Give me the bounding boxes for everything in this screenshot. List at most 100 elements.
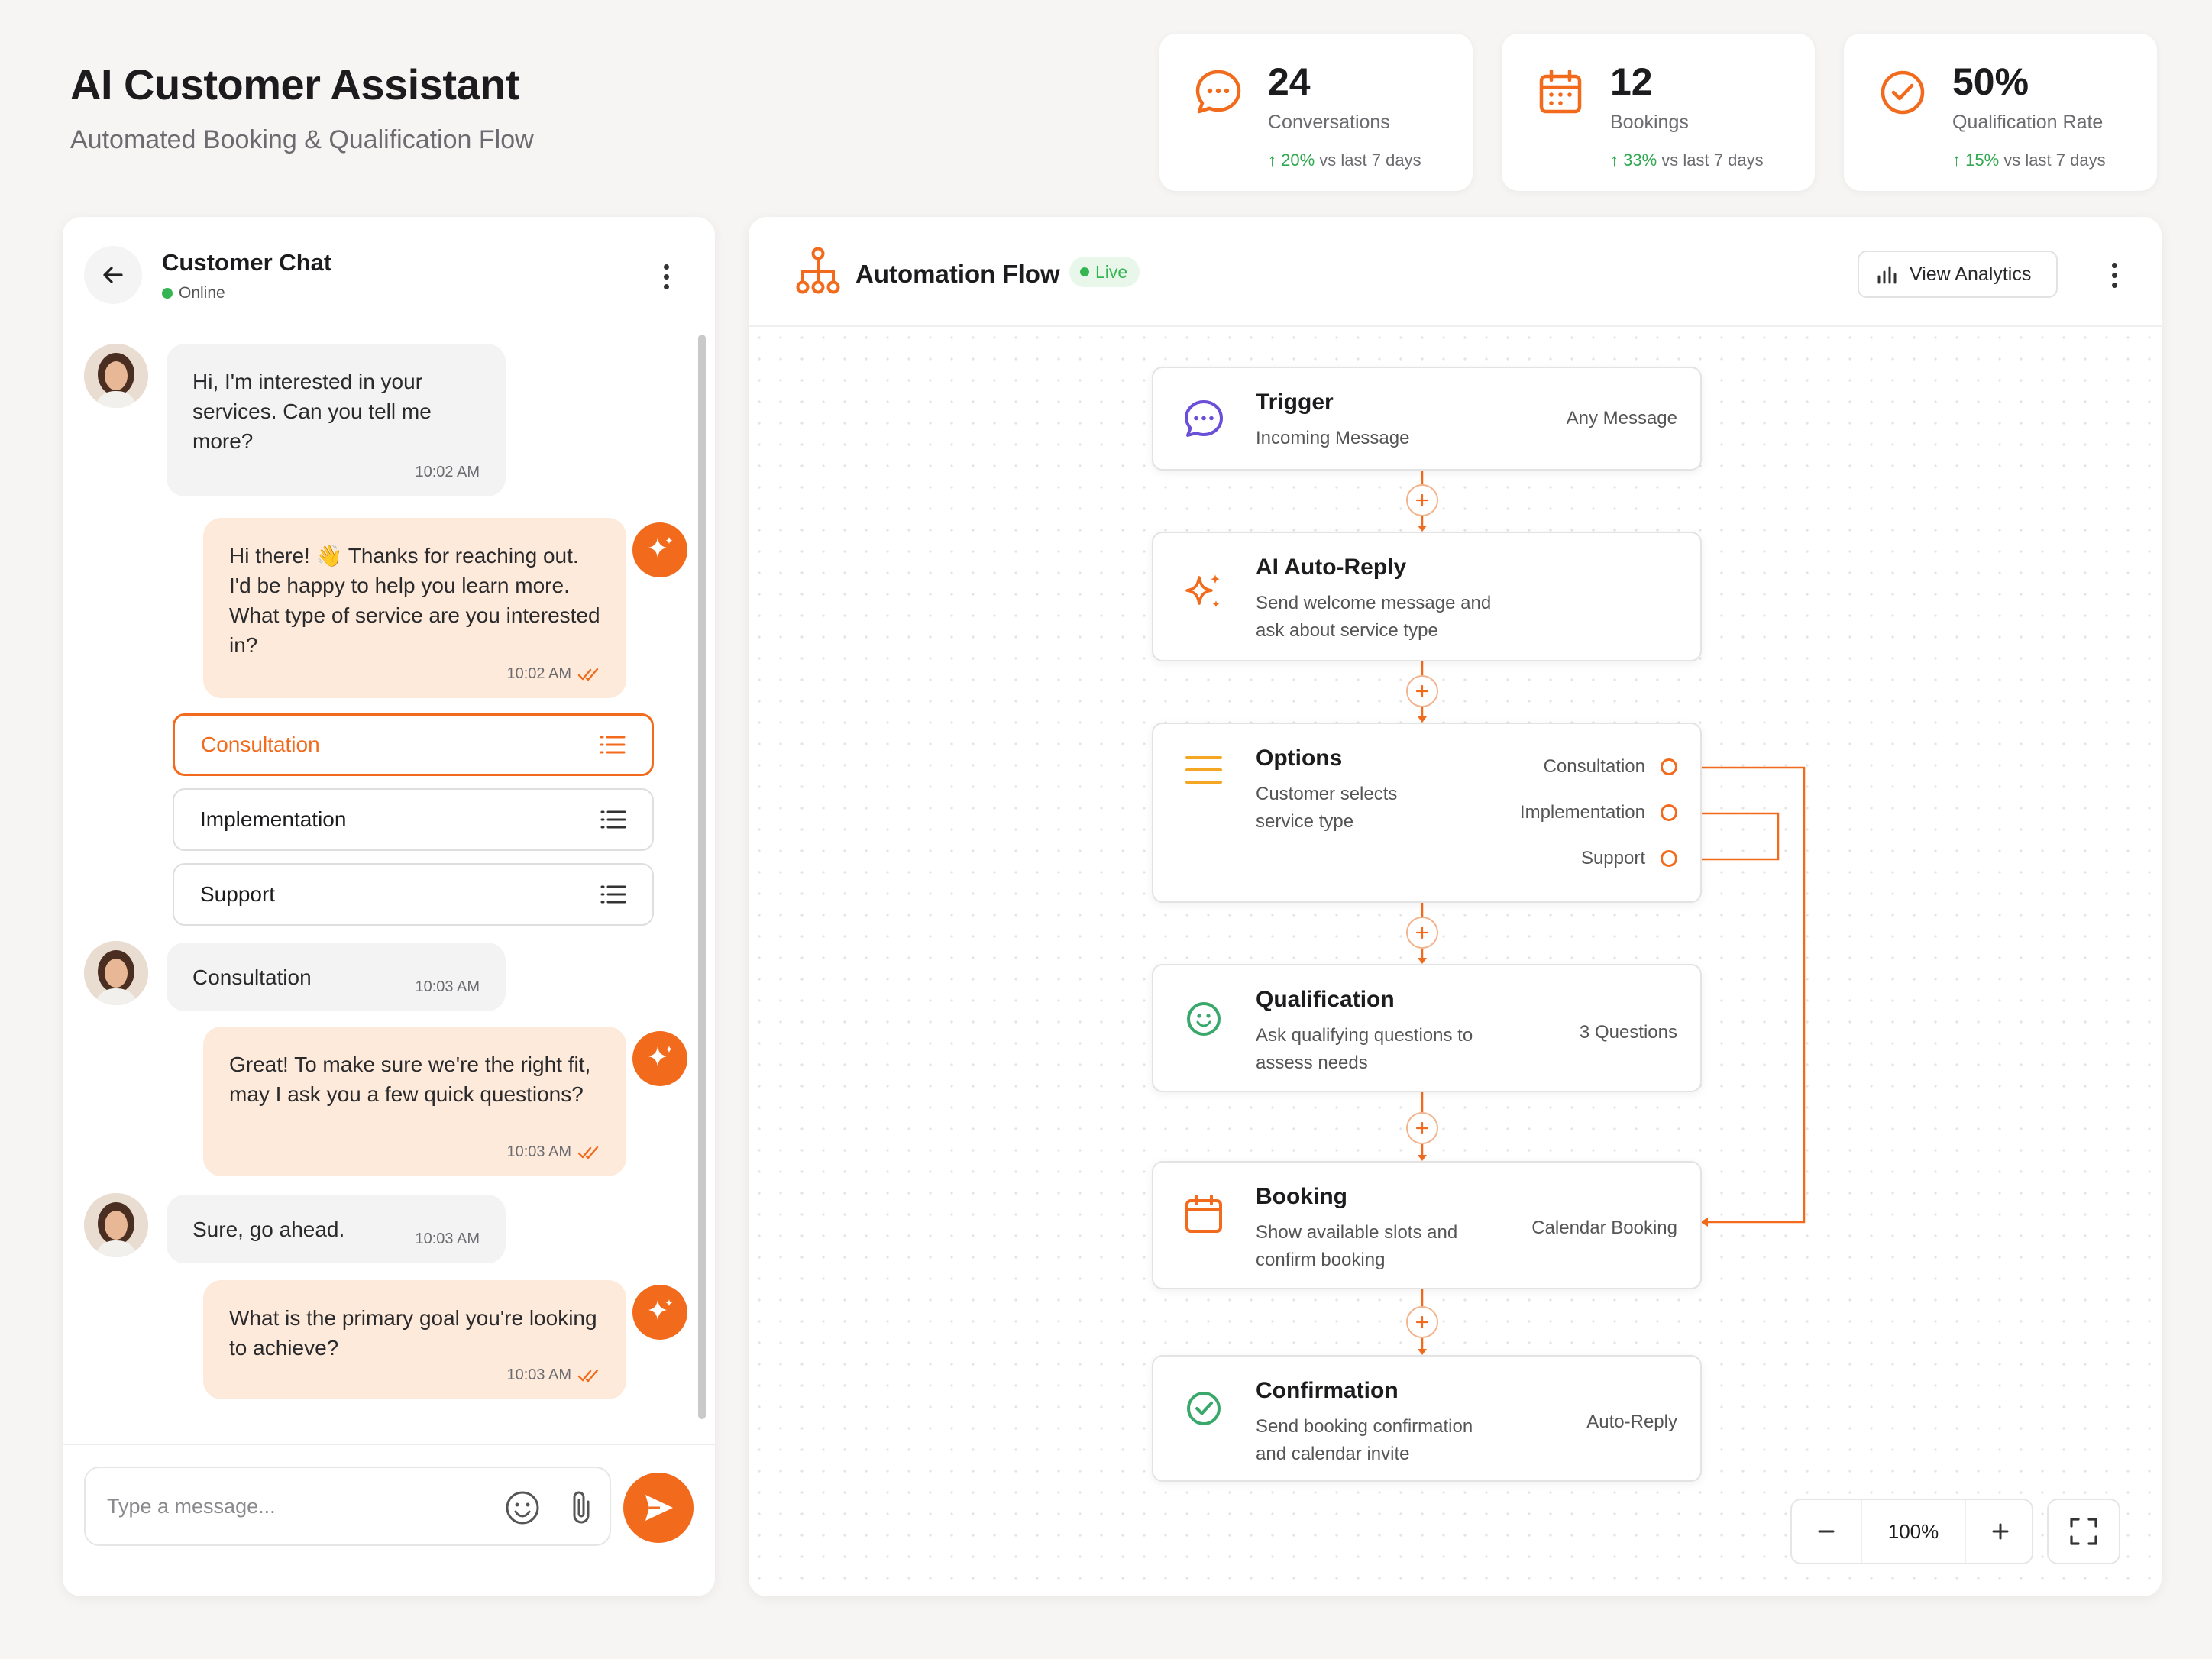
chat-title: Customer Chat	[162, 249, 332, 276]
flow-node-booking[interactable]: Booking Show available slots and confirm…	[1152, 1161, 1702, 1289]
node-description: Customer selects service type	[1256, 784, 1398, 832]
node-title: Qualification	[1256, 987, 1395, 1012]
option-button-implementation[interactable]: Implementation	[173, 788, 654, 851]
calendar-icon	[1539, 69, 1582, 114]
node-title: Options	[1256, 745, 1343, 771]
zoom-level: 100%	[1861, 1500, 1966, 1563]
add-step-button[interactable]	[1406, 484, 1438, 516]
node-description: Send welcome message and ask about servi…	[1256, 593, 1492, 641]
message-time: 10:03 AM	[415, 1231, 480, 1247]
ai-assistant-badge	[632, 1285, 687, 1340]
plus-icon	[1415, 1315, 1429, 1329]
zoom-in-button[interactable]	[1966, 1500, 2035, 1563]
list-icon	[1185, 756, 1222, 784]
message-time: 10:03 AM	[415, 978, 480, 995]
node-title: Trigger	[1256, 390, 1334, 415]
back-button[interactable]	[84, 246, 142, 304]
plus-icon	[1415, 493, 1429, 507]
chat-panel: Customer Chat Online Hi, I'm interested …	[63, 217, 715, 1596]
customer-avatar	[84, 344, 148, 408]
flow-more-button[interactable]	[2099, 252, 2130, 298]
add-step-button[interactable]	[1406, 1306, 1438, 1338]
send-icon	[645, 1495, 673, 1521]
check-circle-icon	[1187, 1392, 1221, 1425]
zoom-out-button[interactable]	[1792, 1500, 1861, 1563]
sparkle-icon	[1185, 574, 1220, 608]
list-icon	[600, 810, 626, 829]
check-circle-icon	[1881, 70, 1925, 115]
stat-change: ↑ 15% vs last 7 days	[1952, 150, 2106, 170]
option-output-support[interactable]: Support	[1581, 848, 1677, 869]
flow-node-ai-auto-reply[interactable]: AI Auto-Reply Send welcome message and a…	[1152, 532, 1702, 661]
zoom-controls: 100%	[1790, 1499, 2033, 1564]
add-step-button[interactable]	[1406, 917, 1438, 949]
message-input-container	[84, 1467, 611, 1546]
status-dot	[162, 288, 173, 299]
qualification-icon	[1187, 1002, 1221, 1036]
stat-change: ↑ 33% vs last 7 days	[1610, 150, 1764, 170]
node-meta: 3 Questions	[1579, 1022, 1677, 1043]
message-time: 10:03 AM	[506, 1137, 600, 1167]
view-analytics-button[interactable]: View Analytics	[1858, 251, 2058, 298]
node-description: Incoming Message	[1256, 428, 1410, 448]
page-title: AI Customer Assistant	[70, 60, 520, 108]
node-meta: Any Message	[1566, 408, 1677, 428]
message-bubble-customer: Sure, go ahead. 10:03 AM	[167, 1195, 506, 1263]
automation-flow-panel: Automation Flow Live View Analytics Trig…	[749, 217, 2162, 1596]
sparkle-icon	[648, 1299, 673, 1320]
chat-more-button[interactable]	[651, 254, 681, 299]
stat-label: Bookings	[1610, 112, 1689, 133]
option-output-consultation[interactable]: Consultation	[1544, 756, 1677, 778]
ai-assistant-badge	[632, 522, 687, 577]
option-button-consultation[interactable]: Consultation	[173, 713, 654, 776]
plus-icon	[1415, 926, 1429, 939]
option-button-support[interactable]: Support	[173, 863, 654, 926]
minus-icon	[1818, 1530, 1835, 1533]
stat-card-conversations: 24 Conversations ↑ 20% vs last 7 days	[1159, 34, 1473, 191]
message-bubble-assistant: Great! To make sure we're the right fit,…	[203, 1027, 626, 1176]
output-port[interactable]	[1661, 758, 1677, 775]
message-bubble-customer: Consultation 10:03 AM	[167, 943, 506, 1011]
double-check-icon	[577, 668, 599, 681]
message-icon	[1185, 400, 1223, 437]
flow-node-options[interactable]: Options Customer selects service type Co…	[1152, 723, 1702, 903]
fullscreen-button[interactable]	[2047, 1499, 2120, 1564]
online-status: Online	[162, 284, 225, 302]
node-title: Booking	[1256, 1184, 1347, 1209]
plus-icon	[1415, 684, 1429, 698]
dashboard: AI Customer Assistant Automated Booking …	[0, 0, 2212, 1659]
flow-node-qualification[interactable]: Qualification Ask qualifying questions t…	[1152, 964, 1702, 1092]
customer-avatar	[84, 941, 148, 1005]
plus-icon	[1415, 1121, 1429, 1135]
list-icon	[600, 736, 626, 754]
sparkle-icon	[648, 1046, 673, 1066]
option-output-implementation[interactable]: Implementation	[1520, 802, 1677, 823]
fullscreen-icon	[2070, 1518, 2097, 1545]
node-description: Send booking confirmation and calendar i…	[1256, 1416, 1473, 1464]
double-check-icon	[577, 1369, 599, 1382]
composer-divider	[63, 1444, 715, 1445]
flow-node-trigger[interactable]: Trigger Incoming Message Any Message	[1152, 367, 1702, 471]
paperclip-icon[interactable]	[567, 1488, 597, 1528]
chat-bubble-icon	[1195, 70, 1241, 114]
stat-value: 50%	[1952, 60, 2029, 103]
output-port[interactable]	[1661, 804, 1677, 821]
node-description: Show available slots and confirm booking	[1256, 1222, 1458, 1270]
add-step-button[interactable]	[1406, 675, 1438, 707]
output-port[interactable]	[1661, 850, 1677, 867]
flow-node-confirmation[interactable]: Confirmation Send booking confirmation a…	[1152, 1355, 1702, 1482]
plus-icon	[1992, 1523, 2009, 1540]
emoji-icon[interactable]	[504, 1489, 541, 1526]
arrow-up-icon: ↑	[1952, 150, 1961, 170]
add-step-button[interactable]	[1406, 1112, 1438, 1144]
send-button[interactable]	[623, 1473, 694, 1543]
flow-hierarchy-icon	[796, 247, 840, 294]
node-title: Confirmation	[1256, 1378, 1399, 1403]
chat-scrollbar[interactable]	[698, 335, 706, 1419]
message-input[interactable]	[107, 1468, 458, 1544]
ai-assistant-badge	[632, 1031, 687, 1086]
stat-label: Qualification Rate	[1952, 112, 2104, 133]
double-check-icon	[577, 1146, 599, 1159]
arrow-up-icon: ↑	[1268, 150, 1276, 170]
node-description: Ask qualifying questions to assess needs	[1256, 1025, 1473, 1073]
